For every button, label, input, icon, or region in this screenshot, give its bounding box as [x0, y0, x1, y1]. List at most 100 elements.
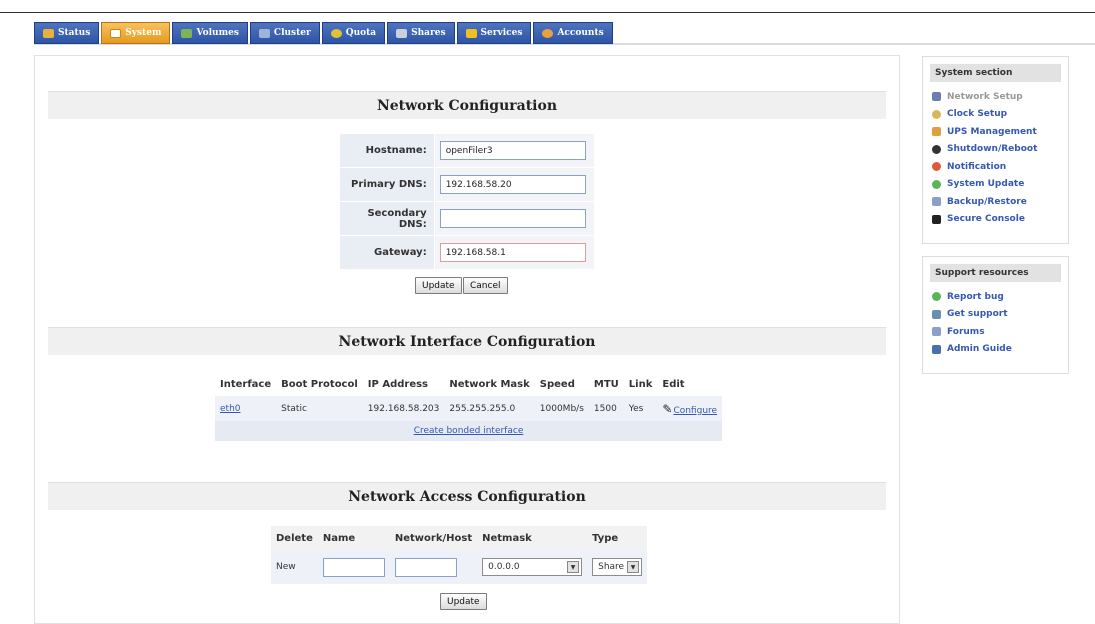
- interface-link[interactable]: eth0: [220, 404, 241, 414]
- tab-shares[interactable]: Shares: [387, 22, 455, 44]
- quota-icon: [330, 28, 342, 38]
- name-input[interactable]: [322, 557, 385, 577]
- sidebar-item-shutdown-reboot[interactable]: Shutdown/Reboot: [932, 141, 1068, 159]
- sidebar-item-backup-restore[interactable]: Backup/Restore: [932, 193, 1068, 211]
- tab-label: Quota: [345, 28, 377, 38]
- notification-icon: [932, 162, 941, 172]
- network-config-form: Hostname: openFiler3 Primary DNS: 192.16…: [339, 133, 596, 270]
- power-icon: [932, 144, 941, 154]
- table-row: New 0.0.0.0 ▼ Share ▼: [271, 550, 648, 584]
- bug-icon: [932, 292, 941, 302]
- sidebar-item-label: Backup/Restore: [947, 196, 1027, 207]
- backup-icon: [932, 197, 941, 207]
- tab-label: Volumes: [196, 28, 239, 38]
- name-cell: [317, 550, 390, 584]
- gateway-label: Gateway:: [339, 235, 435, 270]
- gateway-input[interactable]: 192.168.58.1: [439, 243, 586, 262]
- main-content: Network Configuration Hostname: openFile…: [34, 55, 900, 624]
- volumes-icon: [181, 28, 193, 38]
- netmask-value: 0.0.0.0: [488, 562, 520, 572]
- column-header: Type: [587, 526, 648, 550]
- sidebar-item-admin-guide[interactable]: Admin Guide: [932, 341, 1068, 359]
- sidebar-item-clock-setup[interactable]: Clock Setup: [932, 106, 1068, 124]
- sidebar-item-report-bug[interactable]: Report bug: [932, 288, 1068, 306]
- column-header: Delete: [271, 526, 318, 550]
- tab-status[interactable]: Status: [34, 22, 100, 44]
- access-config-title: Network Access Configuration: [48, 482, 886, 510]
- tab-quota[interactable]: Quota: [321, 22, 386, 44]
- sidebar-item-notification[interactable]: Notification: [932, 158, 1068, 176]
- configure-icon: ✎: [662, 401, 673, 416]
- sidebar-item-label: Forums: [947, 326, 985, 337]
- gateway-row: Gateway: 192.168.58.1: [339, 235, 596, 270]
- sidebar-item-label: Report bug: [947, 291, 1004, 302]
- gateway-cell: 192.168.58.1: [433, 235, 596, 270]
- column-header: Name: [317, 526, 390, 550]
- tab-system[interactable]: System: [101, 22, 171, 44]
- nav-tabs: Status System Volumes Cluster Quota Shar…: [34, 22, 615, 44]
- interface-cell: eth0: [215, 396, 277, 421]
- support-resources-title: Support resources: [930, 264, 1061, 282]
- secondary-dns-row: Secondary DNS:: [339, 201, 596, 236]
- system-section-list: Network Setup Clock Setup UPS Management…: [923, 88, 1068, 228]
- support-resources-panel: Support resources Report bug Get support…: [922, 256, 1069, 374]
- sidebar-item-system-update[interactable]: System Update: [932, 176, 1068, 194]
- sidebar-item-network-setup[interactable]: Network Setup: [932, 88, 1068, 106]
- services-icon: [465, 28, 477, 38]
- tab-services[interactable]: Services: [456, 22, 532, 44]
- book-icon: [932, 344, 941, 354]
- sidebar-item-label: Clock Setup: [947, 109, 1008, 120]
- tab-volumes[interactable]: Volumes: [172, 22, 248, 44]
- tab-cluster[interactable]: Cluster: [249, 22, 320, 44]
- network-host-input[interactable]: [394, 557, 457, 577]
- top-divider: [0, 12, 1095, 13]
- sidebar-item-label: System Update: [947, 179, 1025, 190]
- sidebar-item-get-support[interactable]: Get support: [932, 306, 1068, 324]
- column-header: Network/Host: [389, 526, 478, 550]
- sidebar-item-forums[interactable]: Forums: [932, 323, 1068, 341]
- cluster-icon: [258, 28, 270, 38]
- column-header: Boot Protocol: [281, 378, 358, 390]
- battery-icon: [932, 127, 941, 137]
- type-value: Share: [598, 562, 625, 572]
- sidebar-item-ups-management[interactable]: UPS Management: [932, 123, 1068, 141]
- forums-icon: [932, 327, 941, 337]
- netmask-select[interactable]: 0.0.0.0 ▼: [482, 558, 583, 576]
- wrench-icon: [932, 92, 941, 102]
- chevron-down-icon: ▼: [627, 561, 640, 573]
- shares-icon: [396, 28, 408, 38]
- hostname-cell: openFiler3: [433, 133, 596, 168]
- tab-accounts[interactable]: Accounts: [533, 22, 613, 44]
- configure-link[interactable]: Configure: [673, 406, 717, 416]
- network-config-title: Network Configuration: [48, 91, 886, 119]
- create-bonded-link[interactable]: Create bonded interface: [414, 426, 524, 436]
- primary-dns-cell: 192.168.58.20: [433, 167, 596, 202]
- primary-dns-input[interactable]: 192.168.58.20: [439, 175, 586, 194]
- column-header: Network Mask: [449, 378, 530, 390]
- column-header: IP Address: [367, 378, 429, 390]
- interface-table: Interface Boot Protocol IP Address Netwo…: [215, 372, 723, 441]
- sidebar-item-label: UPS Management: [947, 126, 1037, 137]
- ip-address-cell: 192.168.58.203: [362, 396, 445, 421]
- bonded-row: Create bonded interface: [215, 421, 723, 441]
- hostname-input[interactable]: openFiler3: [439, 141, 586, 160]
- support-icon: [932, 309, 941, 319]
- console-icon: [932, 214, 941, 224]
- sidebar-item-secure-console[interactable]: Secure Console: [932, 211, 1068, 229]
- table-row: eth0 Static 192.168.58.203 255.255.255.0…: [215, 396, 723, 421]
- type-cell: Share ▼: [587, 550, 648, 584]
- tab-label: Services: [480, 28, 523, 38]
- column-header: Speed: [539, 378, 575, 390]
- access-update-button[interactable]: Update: [440, 593, 487, 610]
- secondary-dns-input[interactable]: [439, 209, 586, 228]
- system-section-title: System section: [930, 64, 1061, 82]
- cancel-button[interactable]: Cancel: [463, 277, 508, 294]
- secondary-dns-label: Secondary DNS:: [339, 201, 435, 236]
- type-select[interactable]: Share ▼: [592, 558, 643, 576]
- column-header: Netmask: [477, 526, 588, 550]
- sidebar-item-label: Get support: [947, 309, 1008, 320]
- edit-cell: ✎Configure: [657, 396, 723, 421]
- system-section-panel: System section Network Setup Clock Setup…: [922, 56, 1069, 244]
- network-mask-cell: 255.255.255.0: [444, 396, 535, 421]
- update-button[interactable]: Update: [415, 277, 462, 294]
